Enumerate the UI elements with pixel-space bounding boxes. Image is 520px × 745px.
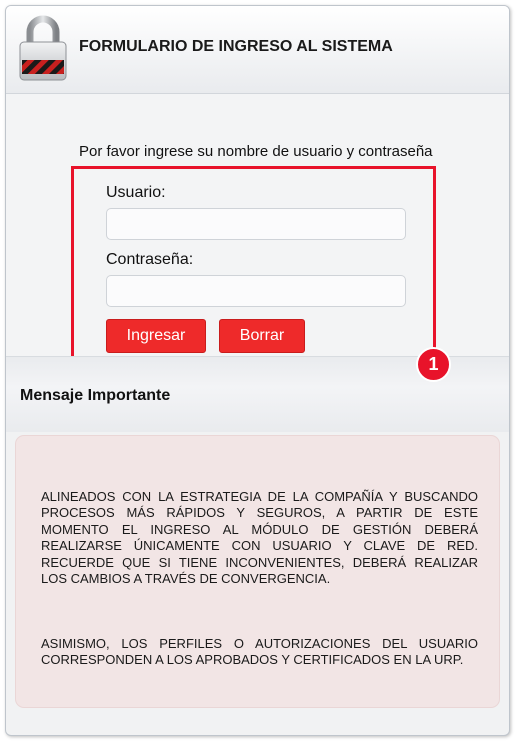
login-prompt: Por favor ingrese su nombre de usuario y… (79, 143, 433, 160)
header-bar: FORMULARIO DE INGRESO AL SISTEMA (6, 6, 509, 94)
login-window: FORMULARIO DE INGRESO AL SISTEMA Por fav… (5, 5, 510, 736)
notice-box: ALINEADOS CON LA ESTRATEGIA DE LA COMPAÑ… (15, 435, 500, 708)
login-panel: Por favor ingrese su nombre de usuario y… (6, 94, 509, 382)
page-title: FORMULARIO DE INGRESO AL SISTEMA (79, 38, 393, 55)
password-field[interactable] (106, 275, 406, 307)
submit-button[interactable]: Ingresar (106, 319, 206, 353)
padlock-icon (19, 15, 67, 81)
callout-badge: 1 (416, 347, 451, 382)
message-title: Mensaje Importante (20, 387, 171, 404)
clear-button[interactable]: Borrar (219, 319, 305, 353)
notice-paragraph-1: ALINEADOS CON LA ESTRATEGIA DE LA COMPAÑ… (41, 489, 478, 587)
username-field[interactable] (106, 208, 406, 240)
notice-paragraph-2: ASIMISMO, LOS PERFILES O AUTORIZACIONES … (41, 636, 478, 668)
password-label: Contraseña: (106, 251, 194, 268)
username-label: Usuario: (106, 184, 166, 201)
